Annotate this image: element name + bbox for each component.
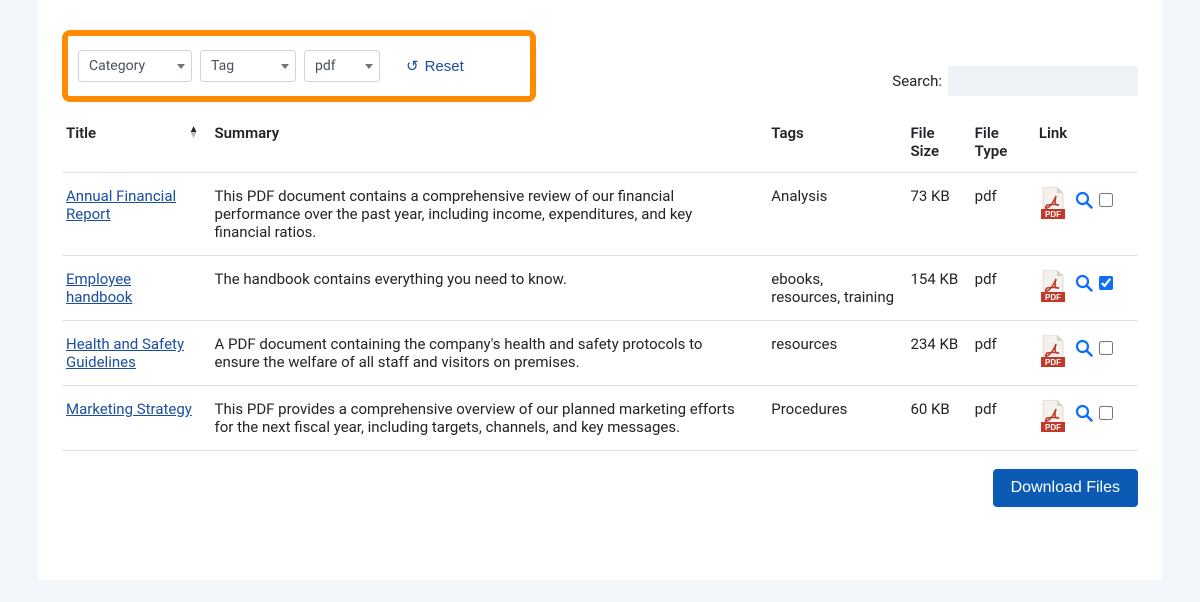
doc-summary: A PDF document containing the company's … — [207, 321, 764, 386]
svg-text:PDF: PDF — [1045, 293, 1061, 302]
documents-table: Title ▲▼ Summary Tags File Size File Typ… — [62, 114, 1138, 451]
chevron-down-icon — [281, 64, 289, 69]
undo-icon: ↻ — [406, 57, 419, 75]
table-row: Employee handbook The handbook contains e… — [62, 256, 1138, 321]
col-type[interactable]: File Type — [967, 114, 1031, 173]
doc-type: pdf — [967, 321, 1031, 386]
reset-button[interactable]: ↻ Reset — [398, 53, 472, 79]
doc-type: pdf — [967, 173, 1031, 256]
select-row-checkbox[interactable] — [1099, 193, 1113, 207]
doc-summary: The handbook contains everything you nee… — [207, 256, 764, 321]
select-row-checkbox[interactable] — [1099, 276, 1113, 290]
sort-icon: ▲▼ — [189, 127, 199, 139]
preview-icon[interactable] — [1075, 339, 1093, 361]
category-select-value: Category — [89, 58, 145, 74]
preview-icon[interactable] — [1075, 191, 1093, 213]
download-button[interactable]: Download Files — [993, 469, 1138, 507]
pdf-file-icon[interactable]: PDF — [1039, 270, 1067, 306]
doc-title-link[interactable]: Marketing Strategy — [66, 400, 192, 418]
col-link[interactable]: Link — [1031, 114, 1138, 173]
table-row: Marketing Strategy This PDF provides a co… — [62, 386, 1138, 451]
doc-title-link[interactable]: Health and Safety Guidelines — [66, 335, 184, 371]
pdf-file-icon[interactable]: PDF — [1039, 335, 1067, 371]
col-size[interactable]: File Size — [902, 114, 966, 173]
category-select[interactable]: Category — [78, 50, 192, 82]
doc-size: 60 KB — [902, 386, 966, 451]
search-label: Search: — [892, 72, 942, 90]
col-tags[interactable]: Tags — [763, 114, 902, 173]
col-summary[interactable]: Summary — [207, 114, 764, 173]
doc-summary: This PDF document contains a comprehensi… — [207, 173, 764, 256]
select-row-checkbox[interactable] — [1099, 406, 1113, 420]
pdf-file-icon[interactable]: PDF — [1039, 187, 1067, 223]
filetype-select-value: pdf — [315, 58, 336, 74]
preview-icon[interactable] — [1075, 274, 1093, 296]
chevron-down-icon — [365, 64, 373, 69]
doc-type: pdf — [967, 256, 1031, 321]
filetype-select[interactable]: pdf — [304, 50, 380, 82]
pdf-file-icon[interactable]: PDF — [1039, 400, 1067, 436]
search-wrap: Search: — [892, 66, 1138, 96]
table-row: Health and Safety Guidelines A PDF docume… — [62, 321, 1138, 386]
svg-text:PDF: PDF — [1045, 210, 1061, 219]
svg-text:PDF: PDF — [1045, 423, 1061, 432]
doc-size: 73 KB — [902, 173, 966, 256]
doc-tags: Procedures — [763, 386, 902, 451]
filters-bar: Category Tag pdf ↻ Reset — [62, 30, 536, 102]
doc-tags: Analysis — [763, 173, 902, 256]
select-row-checkbox[interactable] — [1099, 341, 1113, 355]
preview-icon[interactable] — [1075, 404, 1093, 426]
tag-select-value: Tag — [211, 58, 234, 74]
tag-select[interactable]: Tag — [200, 50, 296, 82]
doc-title-link[interactable]: Employee handbook — [66, 270, 132, 306]
doc-type: pdf — [967, 386, 1031, 451]
doc-tags: ebooks, resources, training — [763, 256, 902, 321]
doc-size: 234 KB — [902, 321, 966, 386]
doc-title-link[interactable]: Annual Financial Report — [66, 187, 176, 223]
search-input[interactable] — [948, 66, 1138, 96]
reset-label: Reset — [425, 58, 464, 75]
table-row: Annual Financial Report This PDF document… — [62, 173, 1138, 256]
doc-tags: resources — [763, 321, 902, 386]
chevron-down-icon — [177, 64, 185, 69]
col-title[interactable]: Title ▲▼ — [62, 114, 207, 173]
svg-text:PDF: PDF — [1045, 358, 1061, 367]
doc-size: 154 KB — [902, 256, 966, 321]
doc-summary: This PDF provides a comprehensive overvi… — [207, 386, 764, 451]
